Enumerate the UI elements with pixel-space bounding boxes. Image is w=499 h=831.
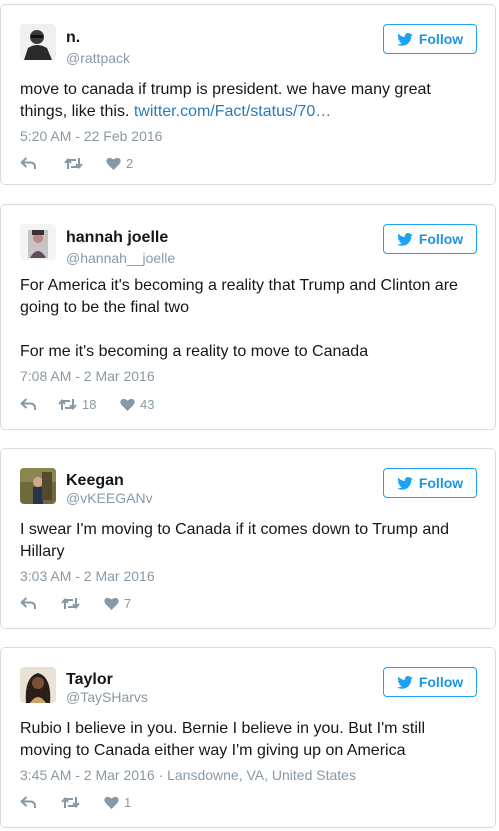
retweet-icon [61, 597, 80, 609]
twitter-bird-icon [397, 32, 413, 46]
avatar[interactable] [20, 667, 56, 703]
display-name[interactable]: Keegan [66, 472, 124, 490]
display-name[interactable]: Taylor [66, 671, 113, 689]
follow-label: Follow [418, 231, 464, 247]
tweet-actions: 1 [20, 793, 131, 811]
heart-icon [104, 796, 119, 809]
reply-button[interactable] [20, 795, 61, 809]
retweet-button[interactable]: 18 [58, 397, 120, 412]
tweet-actions: 2 [20, 154, 133, 172]
avatar[interactable] [20, 224, 56, 260]
user-handle[interactable]: @hannah__joelle [66, 250, 175, 266]
reply-button[interactable] [20, 156, 64, 170]
retweet-count: 18 [82, 396, 97, 412]
follow-button[interactable]: Follow [383, 24, 477, 54]
follow-button[interactable]: Follow [383, 468, 477, 498]
tweet-link[interactable]: twitter.com/Fact/status/70… [134, 103, 331, 120]
user-handle[interactable]: @vKEEGANv [66, 490, 153, 506]
like-button[interactable]: 1 [104, 795, 131, 810]
display-name[interactable]: n. [66, 29, 80, 47]
retweet-button[interactable] [64, 157, 106, 170]
follow-button[interactable]: Follow [383, 667, 477, 697]
twitter-bird-icon [397, 476, 413, 490]
tweet-timestamp[interactable]: 7:08 AM - 2 Mar 2016 [20, 368, 155, 384]
like-button[interactable]: 2 [106, 156, 133, 171]
reply-icon [20, 596, 36, 609]
retweet-button[interactable] [61, 597, 104, 610]
heart-icon [106, 157, 121, 170]
twitter-bird-icon [397, 675, 413, 689]
tweet-feed: n. @rattpack Follow move to canada if tr… [0, 0, 499, 831]
reply-icon [20, 795, 36, 808]
user-handle[interactable]: @TaySHarvs [66, 689, 148, 705]
display-name[interactable]: hannah joelle [66, 229, 168, 247]
tweet-meta: 3:45 AM - 2 Mar 2016 · Lansdowne, VA, Un… [20, 767, 356, 783]
like-count: 43 [140, 396, 155, 412]
tweet-card: n. @rattpack Follow move to canada if tr… [0, 4, 496, 185]
avatar[interactable] [20, 468, 56, 504]
tweet-paragraph: For me it's becoming a reality to move t… [20, 343, 369, 360]
twitter-bird-icon [397, 232, 413, 246]
tweet-text: I swear I'm moving to Canada if it comes… [20, 521, 450, 560]
follow-button[interactable]: Follow [383, 224, 477, 254]
retweet-icon [64, 157, 83, 169]
user-handle[interactable]: @rattpack [66, 50, 130, 66]
follow-label: Follow [418, 31, 464, 47]
tweet-timestamp[interactable]: 3:45 AM - 2 Mar 2016 [20, 767, 155, 783]
like-button[interactable]: 43 [120, 397, 154, 412]
reply-button[interactable] [20, 397, 58, 411]
retweet-icon [58, 398, 77, 410]
reply-icon [20, 156, 36, 169]
tweet-timestamp[interactable]: 5:20 AM - 22 Feb 2016 [20, 128, 162, 144]
reply-icon [20, 397, 36, 410]
avatar[interactable] [20, 24, 56, 60]
tweet-text: Rubio I believe in you. Bernie I believe… [20, 720, 426, 759]
meta-separator: · [158, 767, 168, 783]
tweet-location[interactable]: Lansdowne, VA, United States [167, 767, 356, 783]
tweet-timestamp[interactable]: 3:03 AM - 2 Mar 2016 [20, 568, 155, 584]
tweet-actions: 18 43 [20, 395, 154, 413]
retweet-icon [61, 796, 80, 808]
tweet-card: Taylor @TaySHarvs Follow Rubio I believe… [0, 647, 496, 828]
tweet-paragraph: For America it's becoming a reality that… [20, 277, 458, 316]
heart-icon [104, 597, 119, 610]
heart-icon [120, 398, 135, 411]
reply-button[interactable] [20, 596, 61, 610]
tweet-actions: 7 [20, 594, 131, 612]
tweet-text: For America it's becoming a reality that… [20, 275, 480, 363]
follow-label: Follow [418, 674, 464, 690]
tweet-card: hannah joelle @hannah__joelle Follow For… [0, 204, 496, 430]
like-button[interactable]: 7 [104, 596, 131, 611]
like-count: 1 [124, 794, 132, 810]
like-count: 7 [124, 595, 132, 611]
like-count: 2 [126, 155, 134, 171]
follow-label: Follow [418, 475, 464, 491]
retweet-button[interactable] [61, 796, 104, 809]
tweet-text: move to canada if trump is president. we… [20, 79, 480, 123]
tweet-card: Keegan @vKEEGANv Follow I swear I'm movi… [0, 448, 496, 629]
